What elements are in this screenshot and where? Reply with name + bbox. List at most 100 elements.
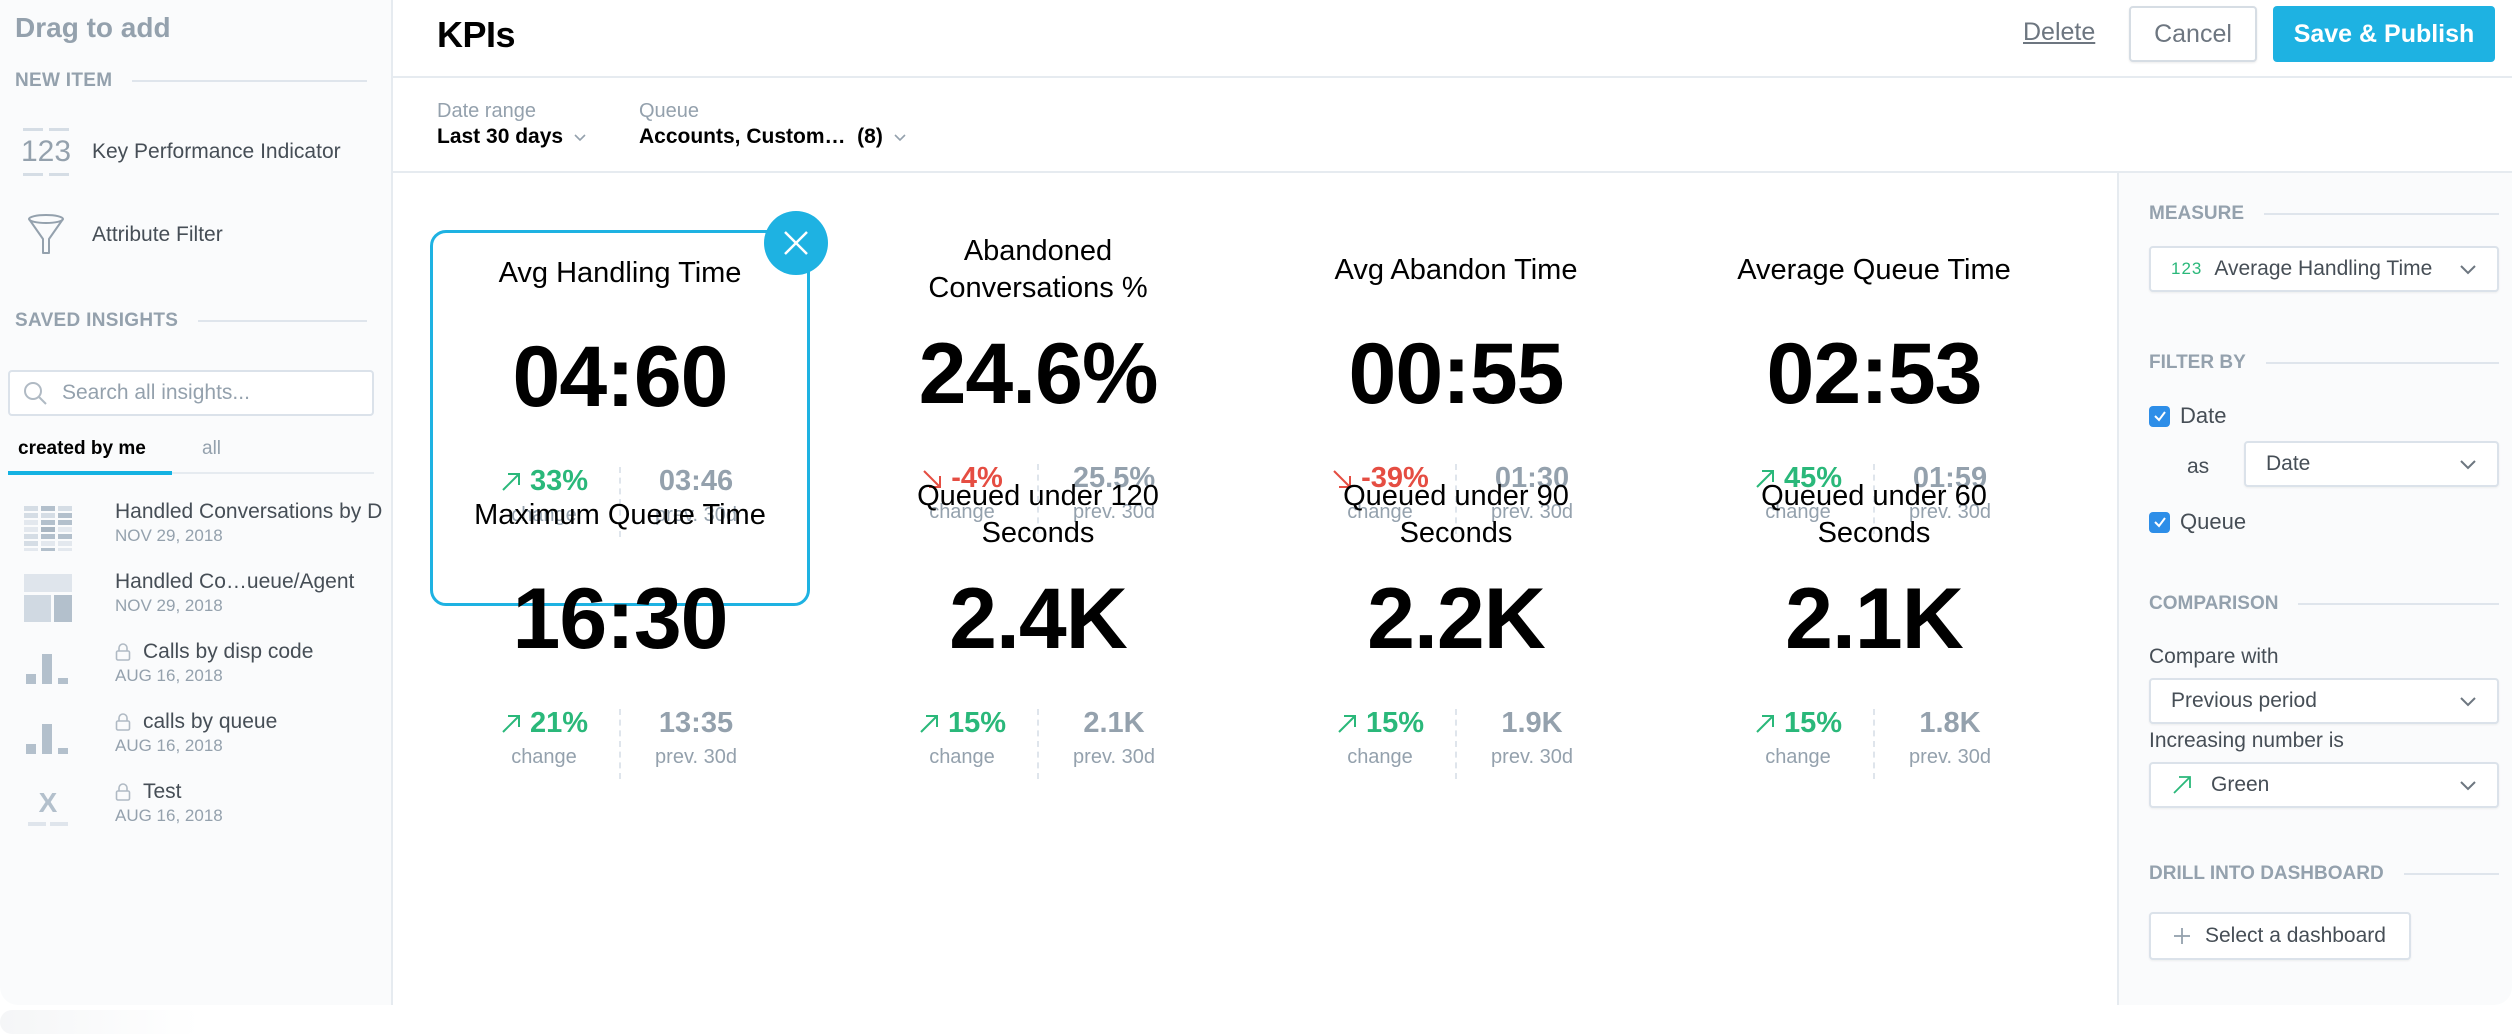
cancel-button[interactable]: Cancel	[2129, 6, 2257, 62]
insight-name: Handled Conversations by D	[115, 500, 383, 523]
divider	[2403, 873, 2499, 875]
kpi-card[interactable]: Queued under 60 Seconds 2.1K 15% change 1.8K…	[1684, 475, 2064, 851]
date-dimension-select[interactable]: Date	[2244, 441, 2499, 487]
checkbox-label: Queue	[2180, 509, 2247, 534]
insight-date: NOV 29, 2018	[115, 596, 223, 615]
lock-icon	[115, 713, 131, 731]
drill-heading-label: DRILL INTO DASHBOARD	[2149, 863, 2384, 884]
measure-heading-label: MEASURE	[2149, 203, 2245, 224]
measure-heading: MEASURE	[2149, 203, 2499, 225]
treemap-icon	[24, 574, 72, 622]
svg-text:X: X	[39, 787, 58, 818]
new-item-attribute-filter[interactable]: Attribute Filter	[20, 205, 223, 265]
drill-heading: DRILL INTO DASHBOARD	[2149, 863, 2499, 885]
divider	[2298, 603, 2499, 605]
list-item[interactable]: Handled Conversations by D NOV 29, 2018	[24, 500, 382, 570]
table-icon	[24, 506, 72, 551]
kpi-change-label: change	[1765, 746, 1831, 768]
kpi-prev-value: 1.9K	[1501, 707, 1563, 739]
kpi-value: 00:55	[1348, 326, 1565, 422]
comparison-heading: COMPARISON	[2149, 593, 2499, 615]
delete-button[interactable]: Delete	[2023, 18, 2095, 47]
date-range-filter[interactable]: Date range Last 30 days	[437, 100, 587, 149]
left-sidebar: Drag to add NEW ITEM 123 Key Performance…	[0, 0, 393, 1005]
kpi-prev-col: 1.8K prev. 30d	[1875, 707, 2025, 787]
kpi-change-label: change	[929, 746, 995, 768]
kpi-prev-col: 1.9K prev. 30d	[1457, 707, 1607, 787]
filter-date-checkbox[interactable]: Date	[2149, 403, 2226, 429]
lock-icon	[115, 643, 131, 661]
chevron-down-icon	[2460, 265, 2476, 275]
kpi-card[interactable]: Queued under 90 Seconds 2.2K 15% change 1.9K…	[1266, 475, 1646, 851]
kpi-title: Abandoned Conversations %	[928, 235, 1148, 304]
chevron-down-icon	[2460, 460, 2476, 470]
kpi-prev-label: prev. 30d	[1909, 746, 1991, 768]
list-item[interactable]: calls by queue AUG 16, 2018	[24, 710, 376, 780]
chevron-down-icon	[2460, 697, 2476, 707]
queue-filter[interactable]: Queue Accounts, Custom… (8)	[639, 100, 907, 149]
list-item[interactable]: Calls by disp code AUG 16, 2018	[24, 640, 376, 710]
kpi-change-col: 15% change	[1723, 707, 1873, 787]
funnel-icon	[20, 207, 72, 263]
search-input[interactable]	[62, 381, 362, 405]
filter-queue-checkbox[interactable]: Queue	[2149, 509, 2246, 535]
kpi-prev-col: 13:35 prev. 30d	[621, 707, 771, 787]
kpi-value: 04:60	[512, 329, 729, 425]
kpi-prev-value: 13:35	[658, 707, 734, 739]
kpi-comparison: 15% change 2.1K prev. 30d	[848, 707, 1228, 787]
kpi-change-value: 15%	[947, 707, 1007, 739]
kpi-title: Average Queue Time	[1737, 253, 2011, 286]
kpi-title: Queued under 120 Seconds	[917, 480, 1159, 549]
new-item-label: Attribute Filter	[92, 223, 223, 246]
kpi-card[interactable]: Queued under 120 Seconds 2.4K 15% change 2.1…	[848, 475, 1228, 851]
chevron-down-icon	[894, 134, 906, 142]
insight-text: Handled Conversations by D NOV 29, 2018	[115, 500, 382, 546]
checkbox-label: Date	[2180, 403, 2227, 428]
insight-tabs: created by me all	[8, 432, 374, 475]
search-icon	[24, 382, 47, 405]
page-title: KPIs	[437, 14, 516, 55]
measure-select[interactable]: 123 Average Handling Time	[2149, 246, 2499, 292]
insight-text: calls by queue AUG 16, 2018	[115, 710, 277, 756]
new-item-kpi[interactable]: 123 Key Performance Indicator	[20, 122, 341, 182]
kpi-change-col: 15% change	[887, 707, 1037, 787]
kpi-change-col: 15% change	[1305, 707, 1455, 787]
compare-with-select[interactable]: Previous period	[2149, 678, 2499, 724]
headline-x-icon: X	[28, 787, 68, 826]
kpi-123-icon: 123	[21, 124, 71, 180]
list-item[interactable]: Handled Co…ueue/Agent NOV 29, 2018	[24, 570, 376, 640]
kpi-title: Maximum Queue Time	[474, 498, 766, 531]
filter-label: Date range	[437, 100, 536, 122]
arrow-up-right-icon	[1338, 714, 1356, 733]
insights-search[interactable]	[8, 370, 374, 416]
insight-name-row: calls by queue	[115, 710, 277, 734]
insight-text: Handled Co…ueue/Agent NOV 29, 2018	[115, 570, 354, 616]
kpi-change-col: 21% change	[469, 707, 619, 787]
insight-date: AUG 16, 2018	[115, 666, 223, 685]
insight-date: AUG 16, 2018	[115, 736, 223, 755]
bar-chart-icon	[26, 654, 68, 684]
tab-created-by-me[interactable]: created by me	[8, 432, 172, 475]
save-publish-button[interactable]: Save & Publish	[2273, 6, 2495, 62]
filter-bar: Date range Last 30 days Queue Accounts, …	[393, 78, 2512, 173]
kpi-card[interactable]: Maximum Queue Time 16:30 21% change 13:35 pre…	[430, 475, 810, 851]
tab-all[interactable]: all	[192, 432, 231, 472]
remove-kpi-button[interactable]	[764, 211, 828, 275]
increasing-number-select[interactable]: Green	[2149, 762, 2499, 808]
list-item[interactable]: X Test AUG 16, 2018	[24, 780, 376, 850]
filter-label: Queue	[639, 100, 700, 122]
checkbox-checked[interactable]	[2149, 405, 2170, 427]
top-header: KPIs Delete Cancel Save & Publish	[393, 0, 2512, 78]
insight-list: Handled Conversations by D NOV 29, 2018 …	[24, 500, 382, 850]
chevron-down-icon	[2460, 781, 2476, 791]
kpi-change: 15%	[1723, 707, 1873, 740]
compare-with-value: Previous period	[2171, 689, 2317, 712]
new-item-heading-label: NEW ITEM	[15, 70, 113, 91]
as-label: as	[2187, 455, 2210, 478]
kpi-change: 15%	[1305, 707, 1455, 740]
configuration-panel: MEASURE 123 Average Handling Time FILTER…	[2117, 173, 2512, 1005]
select-dashboard-button[interactable]: Select a dashboard	[2149, 912, 2411, 960]
new-item-heading: NEW ITEM	[15, 70, 367, 92]
checkbox-checked[interactable]	[2149, 511, 2170, 533]
kpi-value: 24.6%	[918, 326, 1159, 422]
